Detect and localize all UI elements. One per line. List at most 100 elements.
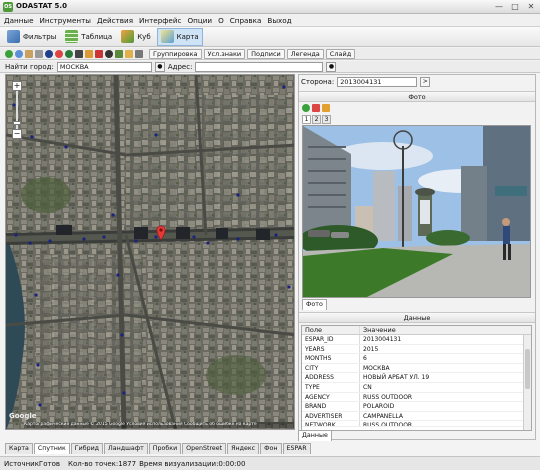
menu-tools[interactable]: Инструменты: [40, 16, 91, 25]
print-icon[interactable]: [125, 49, 133, 58]
grid-header-row: Поле Значение: [302, 326, 531, 335]
layers-icon[interactable]: [65, 49, 73, 58]
grid-icon[interactable]: [75, 49, 83, 58]
status-source: ИсточникГотов: [4, 459, 60, 468]
tab-hybrid[interactable]: Гибрид: [70, 443, 104, 454]
menu-interface[interactable]: Интерфейс: [139, 16, 181, 25]
map-button[interactable]: Карта: [156, 27, 203, 46]
city-search-button[interactable]: ●: [154, 61, 165, 72]
menu-options[interactable]: Опции: [187, 16, 212, 25]
status-render-time: Время визуализации:0:00:00: [139, 459, 246, 468]
maximize-icon[interactable]: □: [510, 2, 520, 12]
map-toolbar: Группировка Усл.знаки Подписи Легенда Сл…: [0, 48, 540, 60]
tab-terrain[interactable]: Ландшафт: [104, 443, 148, 454]
address-search-button[interactable]: ●: [326, 61, 337, 72]
data-grid: Поле Значение ESPAR_ID 2013004131 YEARS 20…: [301, 325, 532, 431]
table-row[interactable]: NETWORK RUSS OUTDOOR: [302, 421, 531, 428]
color-icon[interactable]: [55, 49, 63, 58]
labels-button[interactable]: Подписи: [247, 48, 285, 59]
table-row[interactable]: ADVERTISER CAMPANELLA: [302, 411, 531, 422]
table-row[interactable]: TYPE CN: [302, 382, 531, 393]
tab-espar[interactable]: ESPAR: [282, 443, 311, 454]
tab-yandex[interactable]: Яндекс: [227, 443, 260, 454]
photo-tab-2[interactable]: 2: [312, 115, 321, 124]
export-icon[interactable]: [115, 49, 123, 58]
map-view[interactable]: + − Google Картографические данные © 201…: [5, 74, 295, 430]
tab-background[interactable]: Фон: [260, 443, 282, 454]
data-scrollbar[interactable]: [523, 335, 531, 430]
legend-button[interactable]: Легенда: [286, 48, 324, 59]
select-icon[interactable]: [45, 49, 53, 58]
city-input[interactable]: МОСКВА: [56, 61, 152, 72]
search-row: Найти город: МОСКВА ● Адрес: ●: [0, 61, 540, 73]
photo-tool-icon[interactable]: [312, 104, 320, 112]
menu-exit[interactable]: Выход: [267, 16, 291, 25]
table-icon: [65, 30, 79, 43]
cube-button[interactable]: Куб: [118, 28, 153, 46]
address-input[interactable]: [195, 61, 324, 72]
status-bar: ИсточникГотов Кол-во точек:1877 Время ви…: [0, 456, 540, 470]
satellite-imagery: [6, 75, 294, 429]
table-row[interactable]: MONTHS 6: [302, 354, 531, 364]
symbols-button[interactable]: Усл.знаки: [203, 48, 246, 59]
binoculars-icon[interactable]: [105, 49, 113, 58]
side-label: Сторона:: [301, 78, 335, 86]
pen-icon[interactable]: [25, 49, 33, 58]
slide-button[interactable]: Слайд: [325, 48, 356, 59]
menu-data[interactable]: Данные: [4, 16, 34, 25]
details-panel: Сторона: 2013004131 > Фото 1 2 3 Фото Да…: [298, 74, 536, 440]
table-row[interactable]: YEARS 2015: [302, 344, 531, 355]
col-field-header[interactable]: Поле: [302, 326, 360, 334]
zoom-in-button[interactable]: +: [12, 81, 22, 91]
filters-button[interactable]: Фильтры: [4, 28, 59, 46]
map-type-tabs: Карта Спутник Гибрид Ландшафт Пробки Ope…: [5, 443, 312, 454]
menu-help[interactable]: Справка: [230, 16, 262, 25]
data-header: Данные: [299, 312, 535, 323]
photo-refresh-icon[interactable]: [302, 104, 310, 112]
google-logo: Google: [9, 412, 37, 420]
filter-icon[interactable]: [85, 49, 93, 58]
tab-map[interactable]: Карта: [5, 443, 33, 454]
tab-openstreet[interactable]: OpenStreet: [182, 443, 227, 454]
table-row[interactable]: BRAND POLAROID: [302, 402, 531, 412]
data-bottom-tab[interactable]: Данные: [298, 430, 332, 441]
photo-tab-3[interactable]: 3: [322, 115, 331, 124]
zoom-track[interactable]: [16, 91, 18, 121]
refresh-icon[interactable]: [5, 49, 13, 58]
minimize-icon[interactable]: —: [494, 2, 504, 12]
tab-traffic[interactable]: Пробки: [148, 443, 182, 454]
main-toolbar: Фильтры Таблица Куб Карта: [0, 27, 540, 47]
map-icon: [160, 30, 174, 43]
settings-icon[interactable]: [135, 49, 143, 58]
table-row[interactable]: ESPAR_ID 2013004131: [302, 335, 531, 345]
zoom-control: + −: [12, 81, 22, 139]
zoom-out-button[interactable]: −: [12, 129, 22, 139]
address-label: Адрес:: [167, 62, 193, 71]
close-icon[interactable]: ✕: [526, 2, 536, 12]
route-icon[interactable]: [95, 49, 103, 58]
app-title: ODASTAT 5.0: [16, 2, 67, 10]
table-button[interactable]: Таблица: [62, 28, 115, 46]
grouping-button[interactable]: Группировка: [149, 48, 202, 59]
table-row[interactable]: AGENCY RUSS OUTDOOR: [302, 392, 531, 403]
globe-icon[interactable]: [15, 49, 23, 58]
filters-icon: [7, 30, 20, 43]
menu-bar: Данные Инструменты Действия Интерфейс Оп…: [0, 14, 540, 27]
menu-about[interactable]: О: [218, 16, 224, 25]
map-attribution[interactable]: Картографические данные © 2015 Google Ус…: [24, 422, 294, 428]
table-row[interactable]: ADDRESS НОВЫЙ АРБАТ УЛ. 19: [302, 373, 531, 383]
photo-save-icon[interactable]: [322, 104, 330, 112]
status-points: Кол-во точек:1877: [67, 459, 137, 468]
city-label: Найти город:: [5, 62, 54, 71]
photo-header: Фото: [299, 91, 535, 102]
ruler-icon[interactable]: [35, 49, 43, 58]
tab-satellite[interactable]: Спутник: [33, 443, 70, 454]
table-row[interactable]: CITY МОСКВА: [302, 363, 531, 374]
photo-tab-1[interactable]: 1: [302, 115, 311, 124]
side-go-button[interactable]: >: [420, 77, 431, 87]
menu-actions[interactable]: Действия: [97, 16, 133, 25]
col-value-header[interactable]: Значение: [360, 326, 531, 334]
scrollbar-thumb[interactable]: [525, 349, 530, 389]
photo-bottom-tab[interactable]: Фото: [302, 299, 327, 310]
side-select[interactable]: 2013004131: [337, 77, 418, 87]
